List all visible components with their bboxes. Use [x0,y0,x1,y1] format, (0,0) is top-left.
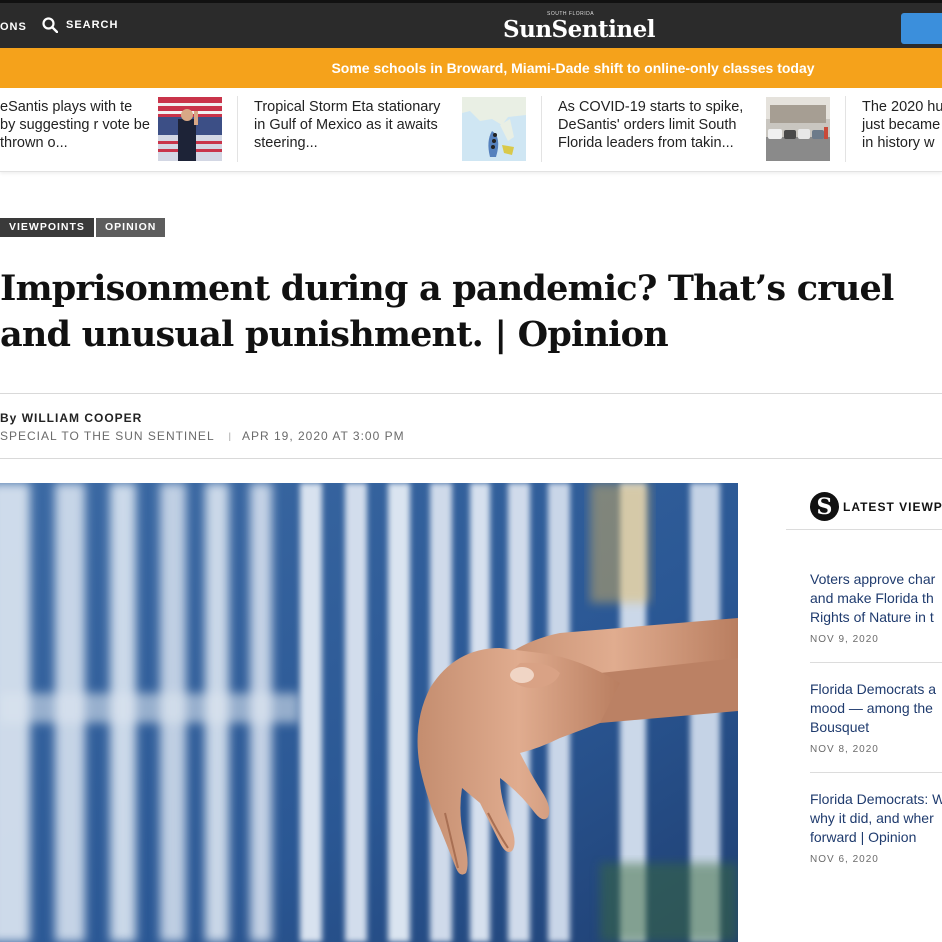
sidebar-story[interactable]: Florida Democrats a mood — among the Bou… [810,680,942,755]
sidebar-story-title-line[interactable]: mood — among the [810,699,942,718]
sidebar-story-title-line[interactable]: Voters approve char [810,570,942,589]
divider [0,458,942,459]
sidebar-story-title-line[interactable]: why it did, and wher [810,809,942,828]
byline-prefix: By [0,411,18,425]
strip-story-1[interactable]: eSantis plays with te by suggesting r vo… [0,98,150,152]
article-meta: SPECIAL TO THE SUN SENTINEL | APR 19, 20… [0,429,405,443]
strip-thumb-street[interactable] [766,97,830,161]
sidebar-divider [810,772,942,773]
meta-separator: | [228,431,232,441]
tag-opinion[interactable]: OPINION [96,218,166,237]
top-stories-strip: eSantis plays with te by suggesting r vo… [0,88,942,172]
sidebar-divider [786,529,942,530]
sidebar-story-title-line[interactable]: Florida Democrats: W [810,790,942,809]
sidebar-story-title-line[interactable]: and make Florida th [810,589,942,608]
site-logo[interactable]: SOUTH FLORIDA SunSentinel [503,11,655,43]
divider [0,393,942,394]
strip-thumb-storm-map[interactable] [462,97,526,161]
article-source: SPECIAL TO THE SUN SENTINEL [0,429,215,443]
sun-sentinel-s-logo: S [810,492,839,521]
sidebar-story-title-line[interactable]: Bousquet [810,718,942,737]
search-button[interactable]: SEARCH [42,17,118,33]
strip-divider [237,96,238,162]
article-headline: Imprisonment during a pandemic? That’s c… [0,268,894,355]
strip-story-3[interactable]: As COVID-19 starts to spike, DeSantis' o… [558,98,750,152]
sidebar-story-title-line[interactable]: Rights of Nature in t [810,608,942,627]
strip-divider [845,96,846,162]
sidebar-divider [810,662,942,663]
search-icon [42,17,58,33]
banner-headline[interactable]: Some schools in Broward, Miami-Dade shif… [331,60,814,76]
top-nav-bar: ONS SEARCH SOUTH FLORIDA SunSentinel [0,0,942,48]
logo-tagline: SOUTH FLORIDA [547,11,595,17]
breaking-news-banner[interactable]: Some schools in Broward, Miami-Dade shif… [0,48,942,88]
sidebar-story-title-line[interactable]: Florida Democrats a [810,680,942,699]
search-label: SEARCH [66,19,119,31]
tag-viewpoints[interactable]: VIEWPOINTS [0,218,94,237]
strip-story-4[interactable]: The 2020 hu just became in history w [862,98,942,152]
sidebar-story-date: NOV 8, 2020 [810,744,879,755]
sidebar-title: LATEST VIEWPO [843,499,942,514]
sidebar-story-title-line[interactable]: forward | Opinion [810,828,942,847]
sections-menu-button[interactable]: ONS [0,21,27,33]
subscribe-button[interactable] [901,13,942,44]
latest-viewpoints-header: S LATEST VIEWPO [810,492,942,521]
logo-wordmark: SunSentinel [503,16,655,43]
sidebar-story-date: NOV 6, 2020 [810,854,879,865]
article-hero-image[interactable] [0,483,738,942]
strip-divider [541,96,542,162]
sidebar-story-date: NOV 9, 2020 [810,634,879,645]
strip-thumb-rally[interactable] [158,97,222,161]
sidebar-story[interactable]: Florida Democrats: W why it did, and whe… [810,790,942,865]
byline: By WILLIAM COOPER [0,411,142,425]
sidebar-story[interactable]: Voters approve char and make Florida th … [810,570,942,645]
strip-story-2[interactable]: Tropical Storm Eta stationary in Gulf of… [254,98,446,152]
author-link[interactable]: WILLIAM COOPER [22,411,143,425]
publish-date: APR 19, 2020 AT 3:00 PM [241,429,405,443]
